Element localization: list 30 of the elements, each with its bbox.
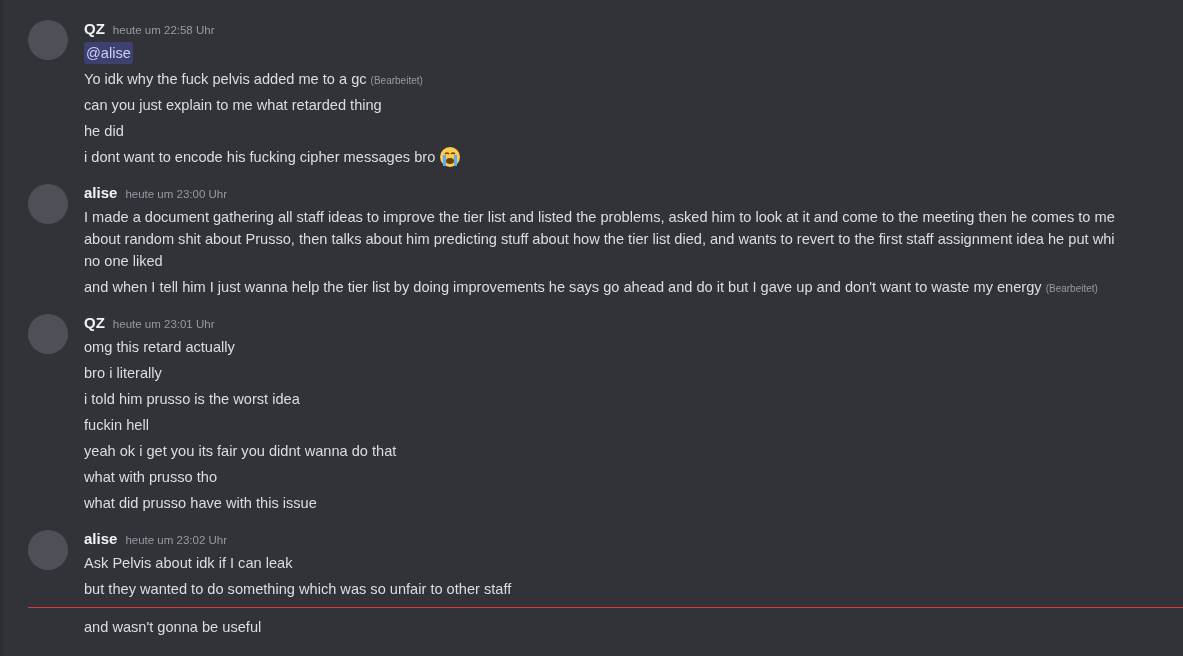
avatar[interactable] [28,530,68,570]
message-text: i told him prusso is the worst idea [84,390,300,409]
message-text: Ask Pelvis about idk if I can leak [84,554,293,573]
message-text: i dont want to encode his fucking cipher messages bro [84,148,436,167]
avatar[interactable] [28,20,68,60]
message-text: Yo idk why the fuck pelvis added me to a gc [84,70,367,89]
message-text: yeah ok i get you its fair you didnt wanna do that [84,442,397,461]
message-text: and wasn't gonna be useful [84,618,262,637]
username[interactable]: alise [84,530,118,547]
username[interactable]: QZ [84,314,105,331]
message-text: can you just explain to me what retarded thing [84,96,382,115]
username[interactable]: alise [84,184,118,201]
message-text: omg this retard actually [84,338,235,357]
message-text: what with prusso tho [84,468,218,487]
timestamp: heute um 22:58 Uhr [112,24,215,36]
avatar[interactable] [28,184,68,224]
avatar[interactable] [28,314,68,354]
username[interactable]: QZ [84,20,105,37]
message-text: but they wanted to do something which was so unfair to other staff [84,580,512,599]
edited-label: (Bearbeitet) [1045,283,1098,294]
message-text: he did [84,122,124,141]
user-mention[interactable]: @alise [84,42,133,64]
edited-label: (Bearbeitet) [370,75,423,86]
timestamp: heute um 23:01 Uhr [112,318,215,330]
message-text: and when I tell him I just wanna help the tier list by doing improvements he says go ahead and do it but I gave up and don't want to waste my energy [84,278,1042,297]
message-text: fuckin hell [84,416,149,435]
timestamp: heute um 23:00 Uhr [125,188,228,200]
message-text: what did prusso have with this issue [84,494,317,513]
timestamp: heute um 23:02 Uhr [125,534,228,546]
message-text: bro i literally [84,364,162,383]
